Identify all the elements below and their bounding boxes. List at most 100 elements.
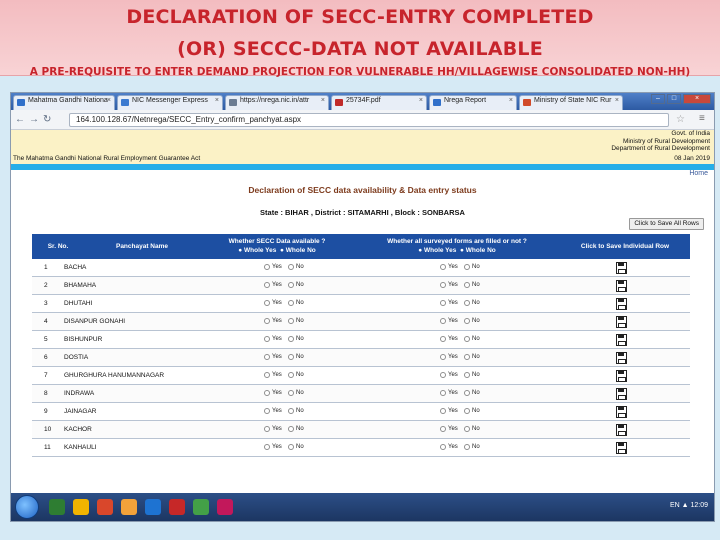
secc-no-radio[interactable] [288, 264, 294, 270]
secc-yes-radio[interactable] [264, 300, 270, 306]
forms-no-radio[interactable] [464, 282, 470, 288]
col-panchayat: Panchayat Name [115, 243, 169, 250]
secc-no-radio[interactable] [288, 354, 294, 360]
url-path: /Netnrega/SECC_Entry_confirm_panchyat.as… [131, 115, 302, 124]
save-row-icon[interactable] [616, 352, 627, 364]
browser-tab[interactable]: Mahatma Gandhi Nationa × [13, 95, 115, 110]
bookmark-star-icon[interactable]: ☆ [676, 114, 685, 125]
whole-yes-radio-icon[interactable]: ● [238, 247, 242, 254]
forms-no-radio[interactable] [464, 426, 470, 432]
whole-no-radio-icon[interactable]: ● [460, 247, 464, 254]
forms-yes-radio[interactable] [440, 336, 446, 342]
close-tab-icon[interactable]: × [321, 97, 325, 104]
secc-yes-radio[interactable] [264, 282, 270, 288]
forms-yes-radio[interactable] [440, 444, 446, 450]
forms-yes-radio[interactable] [440, 408, 446, 414]
save-row-icon[interactable] [616, 280, 627, 292]
forms-yes-radio[interactable] [440, 390, 446, 396]
secc-yes-label: Yes [272, 390, 282, 396]
forms-no-radio[interactable] [464, 300, 470, 306]
taskbar-app-icon[interactable] [145, 499, 161, 515]
taskbar-app-icon[interactable] [121, 499, 137, 515]
taskbar-app-icon[interactable] [217, 499, 233, 515]
close-tab-icon[interactable]: × [107, 97, 111, 104]
secc-yes-radio[interactable] [264, 318, 270, 324]
taskbar-app-icon[interactable] [73, 499, 89, 515]
browser-tab[interactable]: Nrega Report × [429, 95, 517, 110]
back-icon[interactable]: ← [15, 114, 25, 125]
secc-no-radio[interactable] [288, 444, 294, 450]
secc-no-radio[interactable] [288, 372, 294, 378]
forms-yes-radio[interactable] [440, 264, 446, 270]
forms-no-radio[interactable] [464, 408, 470, 414]
home-link[interactable]: Home [689, 170, 708, 177]
save-all-rows-button[interactable]: Click to Save All Rows [629, 218, 704, 230]
forms-no-radio[interactable] [464, 318, 470, 324]
taskbar-app-icon[interactable] [169, 499, 185, 515]
forms-no-radio[interactable] [464, 336, 470, 342]
secc-no-radio[interactable] [288, 390, 294, 396]
secc-no-radio[interactable] [288, 408, 294, 414]
browser-tab[interactable]: https://nrega.nic.in/attr × [225, 95, 329, 110]
save-row-icon[interactable] [616, 442, 627, 454]
taskbar-app-icon[interactable] [193, 499, 209, 515]
row-sr: 5 [44, 336, 48, 343]
forms-yes-radio[interactable] [440, 354, 446, 360]
secc-no-radio[interactable] [288, 318, 294, 324]
browser-tab[interactable]: 25734F.pdf × [331, 95, 427, 110]
forms-no-radio[interactable] [464, 354, 470, 360]
save-row-icon[interactable] [616, 262, 627, 274]
close-tab-icon[interactable]: × [419, 97, 423, 104]
secc-yes-radio[interactable] [264, 390, 270, 396]
forward-icon[interactable]: → [29, 114, 39, 125]
browser-tab[interactable]: Ministry of State NIC Rur × [519, 95, 623, 110]
forms-yes-radio[interactable] [440, 372, 446, 378]
save-row-icon[interactable] [616, 406, 627, 418]
start-button-icon[interactable] [15, 495, 39, 519]
reload-icon[interactable]: ↻ [43, 114, 51, 125]
secc-yes-radio[interactable] [264, 354, 270, 360]
row-panchayat-name: GHURGHURA HANUMANNAGAR [64, 372, 165, 379]
secc-yes-radio[interactable] [264, 336, 270, 342]
close-tab-icon[interactable]: × [509, 97, 513, 104]
url-field[interactable]: 164.100.128.67/Netnrega/SECC_Entry_confi… [69, 113, 669, 127]
whole-yes-radio-icon[interactable]: ● [418, 247, 422, 254]
taskbar-app-icon[interactable] [49, 499, 65, 515]
forms-yes-radio[interactable] [440, 318, 446, 324]
whole-no-radio-icon[interactable]: ● [280, 247, 284, 254]
save-row-icon[interactable] [616, 316, 627, 328]
secc-no-radio[interactable] [288, 336, 294, 342]
forms-no-radio[interactable] [464, 444, 470, 450]
forms-no-radio[interactable] [464, 390, 470, 396]
secc-no-radio[interactable] [288, 426, 294, 432]
forms-yes-radio[interactable] [440, 300, 446, 306]
forms-no-radio[interactable] [464, 264, 470, 270]
close-tab-icon[interactable]: × [215, 97, 219, 104]
save-row-icon[interactable] [616, 370, 627, 382]
menu-icon[interactable]: ≡ [699, 113, 705, 124]
save-row-icon[interactable] [616, 388, 627, 400]
forms-yes-radio[interactable] [440, 282, 446, 288]
forms-no-radio[interactable] [464, 372, 470, 378]
save-row-icon[interactable] [616, 424, 627, 436]
secc-yes-radio[interactable] [264, 408, 270, 414]
taskbar-app-icon[interactable] [97, 499, 113, 515]
web-page: Govt. of India Ministry of Rural Develop… [11, 130, 714, 521]
close-tab-icon[interactable]: × [615, 97, 619, 104]
row-panchayat-name: BHAMAHA [64, 282, 97, 289]
forms-yes-radio[interactable] [440, 426, 446, 432]
secc-no-radio[interactable] [288, 282, 294, 288]
minimize-icon[interactable]: – [651, 94, 665, 104]
close-window-icon[interactable]: × [683, 94, 711, 104]
secc-yes-radio[interactable] [264, 372, 270, 378]
secc-yes-radio[interactable] [264, 426, 270, 432]
secc-yes-radio[interactable] [264, 264, 270, 270]
browser-tab[interactable]: NIC Messenger Express × [117, 95, 223, 110]
save-row-icon[interactable] [616, 334, 627, 346]
row-panchayat-name: BACHA [64, 264, 87, 271]
maximize-icon[interactable]: □ [667, 94, 681, 104]
table-row: 8 INDRAWA Yes No Yes No [32, 385, 690, 403]
secc-yes-radio[interactable] [264, 444, 270, 450]
secc-no-radio[interactable] [288, 300, 294, 306]
save-row-icon[interactable] [616, 298, 627, 310]
